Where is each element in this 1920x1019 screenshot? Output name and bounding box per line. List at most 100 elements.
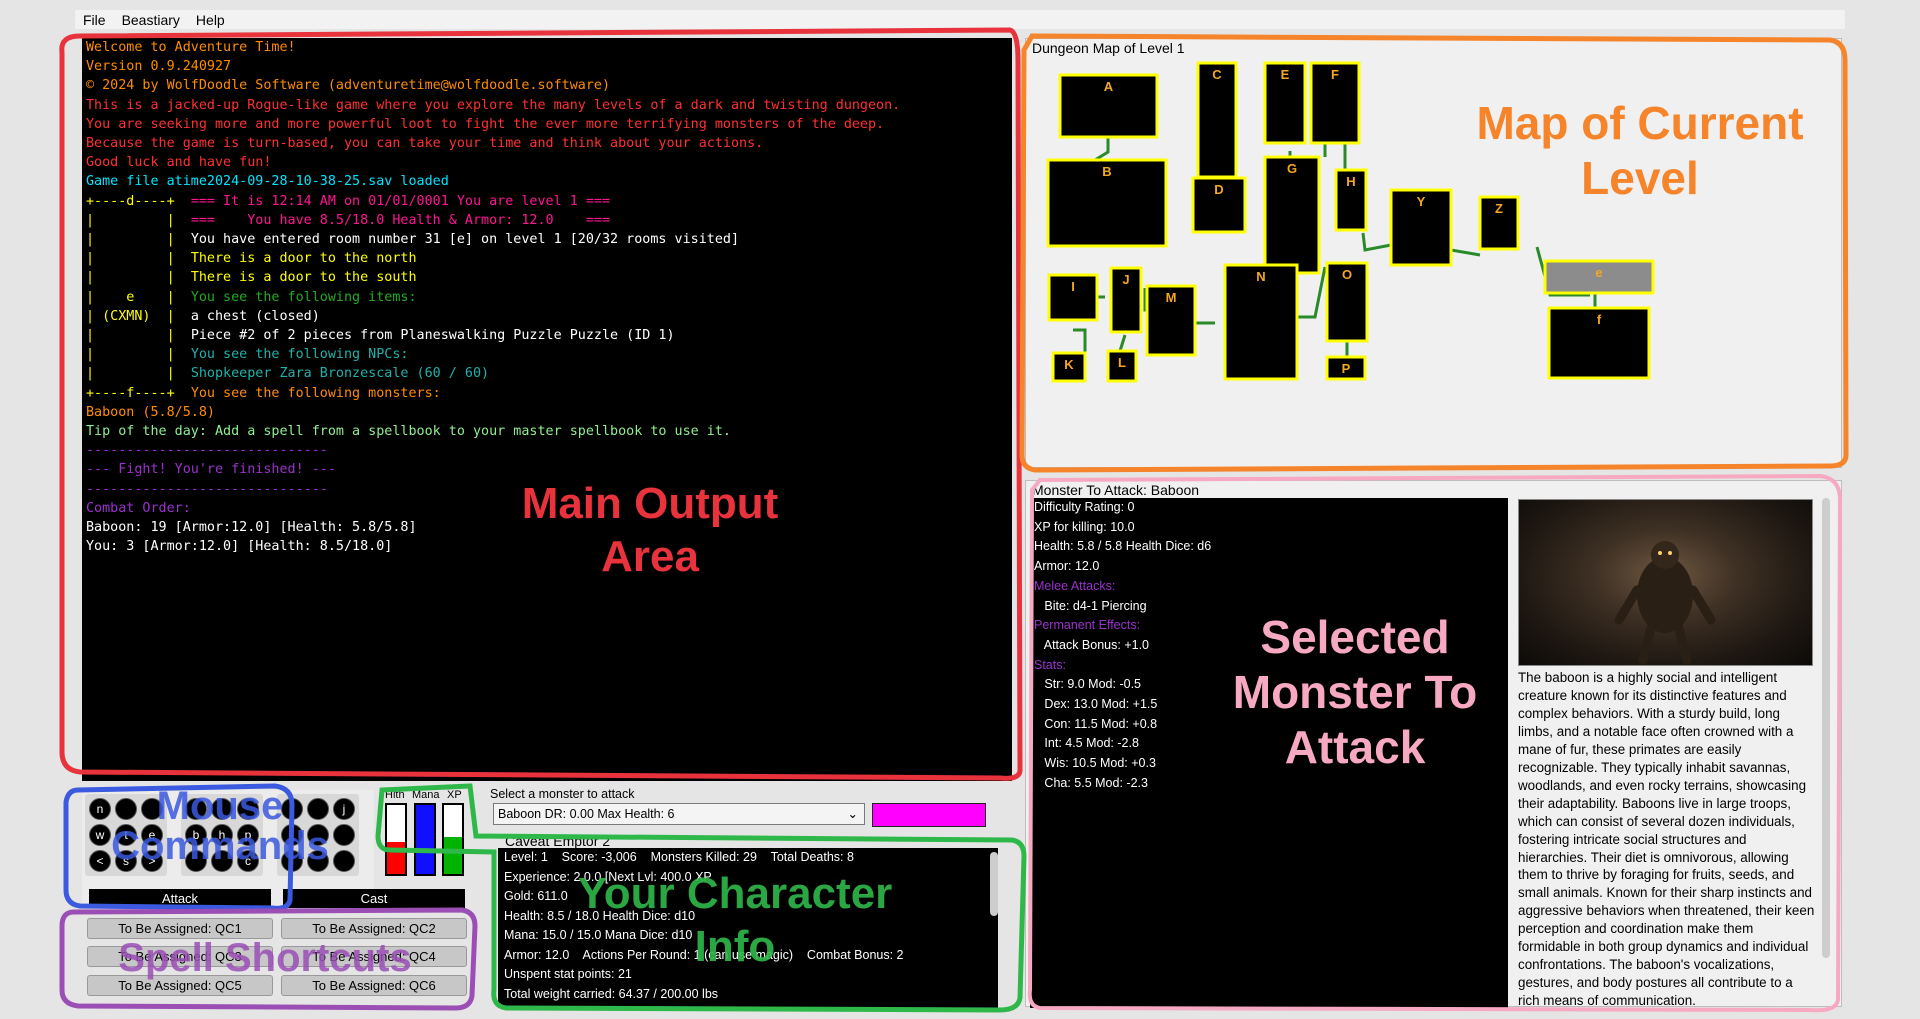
annotation-char: Your Character Info: [577, 869, 893, 971]
annotation-mouse: Mouse Commands: [111, 784, 329, 868]
output-segment: Version 0.9.240927: [86, 59, 232, 75]
output-segment: | e |: [86, 289, 191, 305]
map-corridor: [1315, 141, 1327, 157]
output-segment: Game file atime2024-09-28-10-38-25.sav l…: [86, 174, 449, 190]
monster-color-swatch: [872, 803, 986, 827]
output-segment: ------------------------------: [86, 443, 328, 459]
attack-button[interactable]: Attack: [89, 889, 271, 908]
select-monster-label: Select a monster to attack: [490, 787, 635, 801]
character-info-line: Total weight carried: 64.37 / 200.00 lbs: [504, 986, 719, 1001]
output-segment: +----f----+: [86, 385, 191, 401]
map-corridor: [1073, 328, 1087, 353]
map-corridor: [1118, 334, 1127, 352]
output-line: +----f----+ You see the following monste…: [86, 384, 1008, 403]
output-segment: Combat Order:: [86, 500, 191, 516]
menu-help[interactable]: Help: [188, 12, 233, 28]
output-line: | | You have entered room number 31 [e] …: [86, 230, 1008, 249]
monster-description: The baboon is a highly social and intell…: [1518, 670, 1815, 1007]
output-segment: You are seeking more and more powerful l…: [86, 116, 885, 132]
annotation-spell: Spell Shortcuts: [118, 936, 412, 980]
output-segment: | |: [86, 366, 191, 382]
menu-file[interactable]: File: [75, 12, 114, 28]
map-room-label: K: [1064, 357, 1074, 372]
output-segment: === You have 8.5/18.0 Health & Armor: 12…: [190, 212, 611, 228]
map-room-label: H: [1346, 174, 1355, 189]
health-bar: [385, 803, 407, 876]
output-line: This is a jacked-up Rogue-like game wher…: [86, 96, 1008, 115]
output-segment: You see the following NPCs:: [190, 347, 409, 363]
output-segment: a chest (closed): [190, 308, 320, 324]
monster-stat-line: Armor: 12.0: [1034, 559, 1100, 574]
monster-select[interactable]: Baboon DR: 0.00 Max Health: 6 ⌄: [493, 803, 865, 825]
output-segment: | |: [86, 328, 191, 344]
output-line: +----d----+ === It is 12:14 AM on 01/01/…: [86, 192, 1008, 211]
output-segment: Baboon: 19 [Armor:12.0] [Health: 5.8/5.8…: [86, 520, 417, 536]
chevron-down-icon: ⌄: [847, 807, 858, 821]
output-line: | (CXMN) | a chest (closed): [86, 307, 1008, 326]
map-room-label: Y: [1417, 194, 1426, 209]
map-corridor: [1361, 232, 1392, 252]
output-line: Welcome to Adventure Time!: [86, 38, 1008, 57]
output-line: Because the game is turn-based, you can …: [86, 134, 1008, 153]
output-segment: --- Fight! You're finished! ---: [86, 462, 336, 478]
output-segment: There is a door to the south: [190, 270, 417, 286]
output-line: Baboon (5.8/5.8): [86, 403, 1008, 422]
output-segment: You have entered room number 31 [e] on l…: [190, 232, 740, 248]
xp-label: XP: [447, 789, 462, 801]
output-line: © 2024 by WolfDoodle Software (adventure…: [86, 76, 1008, 95]
character-scrollbar[interactable]: [990, 852, 998, 916]
output-segment: Shopkeeper Zara Bronzescale (60 / 60): [190, 366, 490, 382]
output-line: | | === You have 8.5/18.0 Health & Armor…: [86, 211, 1008, 230]
baboon-illustration: [1614, 541, 1716, 665]
cast-button[interactable]: Cast: [283, 889, 465, 908]
annotation-main: Main Output Area: [521, 479, 779, 581]
map-room-label: L: [1118, 355, 1126, 370]
output-segment: You: 3 [Armor:12.0] [Health: 8.5/18.0]: [86, 539, 393, 555]
output-segment: ------------------------------: [86, 481, 328, 497]
map-corridor: [1094, 137, 1110, 162]
map-room-label: G: [1287, 161, 1297, 176]
map-room-label: J: [1122, 272, 1129, 287]
monster-stat-line: XP for killing: 10.0: [1034, 519, 1135, 534]
map-room-label: B: [1102, 164, 1111, 179]
output-line: You are seeking more and more powerful l…: [86, 115, 1008, 134]
output-line: | | Shopkeeper Zara Bronzescale (60 / 60…: [86, 364, 1008, 383]
xp-bar: [442, 803, 464, 876]
monster-scrollbar[interactable]: [1822, 498, 1830, 958]
map-room-label: F: [1331, 67, 1339, 82]
output-segment: Because the game is turn-based, you can …: [86, 136, 764, 152]
monster-stat-line: Health: 5.8 / 5.8 Health Dice: d6: [1034, 539, 1212, 554]
menu-beastiary[interactable]: Beastiary: [114, 12, 188, 28]
output-segment: Welcome to Adventure Time!: [86, 40, 296, 55]
map-room-label: P: [1342, 361, 1351, 376]
map-room-label: C: [1212, 67, 1222, 82]
output-segment: This is a jacked-up Rogue-like game wher…: [86, 97, 901, 113]
output-segment: There is a door to the north: [190, 251, 417, 267]
output-line: Game file atime2024-09-28-10-38-25.sav l…: [86, 172, 1008, 191]
hlth-label: Hlth: [385, 789, 405, 801]
monster-title: Monster To Attack: Baboon: [1032, 482, 1200, 498]
output-segment: | |: [86, 212, 191, 228]
annotation-monster: Selected Monster To Attack: [1232, 611, 1478, 774]
output-segment: Piece #2 of 2 pieces from Planeswalking …: [190, 328, 675, 344]
monster-image: [1518, 499, 1813, 666]
monster-stat-line: Difficulty Rating: 0: [1034, 500, 1135, 514]
output-line: ------------------------------: [86, 441, 1008, 460]
annotation-map: Map of Current Level: [1476, 97, 1804, 205]
output-line: --- Fight! You're finished! ---: [86, 460, 1008, 479]
map-room-label: M: [1166, 290, 1177, 305]
output-segment: | (CXMN) |: [86, 308, 191, 324]
output-segment: © 2024 by WolfDoodle Software (adventure…: [86, 78, 611, 94]
output-line: | e | You see the following items:: [86, 288, 1008, 307]
output-segment: === It is 12:14 AM on 01/01/0001 You are…: [190, 193, 611, 209]
mana-label: Mana: [412, 789, 440, 801]
menu-bar: File Beastiary Help: [75, 10, 1845, 29]
output-segment: | |: [86, 251, 191, 267]
map-title: Dungeon Map of Level 1: [1032, 40, 1185, 56]
monster-stat-line: Cha: 5.5 Mod: -2.3: [1034, 775, 1148, 790]
map-room-label: e: [1595, 265, 1602, 280]
output-segment: You see the following items:: [190, 289, 417, 305]
map-room-label: f: [1597, 312, 1602, 327]
map-room-label: E: [1281, 67, 1290, 82]
mana-bar: [414, 803, 436, 876]
